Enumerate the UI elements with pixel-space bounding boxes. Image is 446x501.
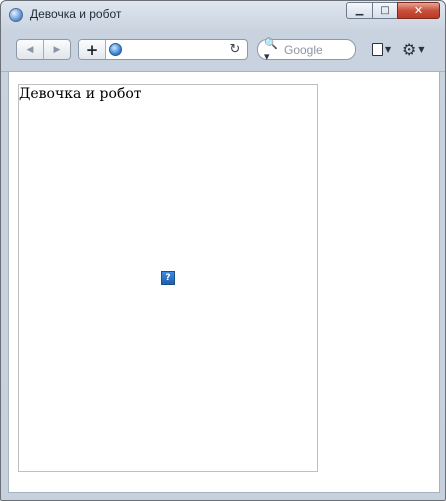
image-alt-text: Девочка и робот <box>19 86 142 102</box>
address-bar: + ↻ <box>78 39 248 60</box>
close-button[interactable]: ✕ <box>397 2 440 19</box>
page-viewport: Девочка и робот ? <box>8 72 440 493</box>
page-icon <box>372 43 383 56</box>
back-button[interactable]: ◀ <box>17 40 43 59</box>
add-bookmark-button[interactable]: + <box>79 40 106 59</box>
search-input[interactable] <box>284 41 352 58</box>
broken-image-frame: Девочка и робот ? <box>18 84 318 472</box>
url-input[interactable] <box>126 41 222 58</box>
search-box: 🔍▾ <box>257 37 356 63</box>
navigation-buttons: ◀ ▶ <box>16 39 71 60</box>
settings-menu-button[interactable]: ⚙ ▼ <box>402 40 428 59</box>
window-title: Девочка и робот <box>30 7 122 21</box>
browser-toolbar: ◀ ▶ + ↻ 🔍▾ ▼ ⚙ ▼ <box>1 29 445 72</box>
chevron-down-icon: ▼ <box>385 45 392 54</box>
page-menu-button[interactable]: ▼ <box>372 40 396 59</box>
broken-image-icon: ? <box>161 271 175 285</box>
browser-app-icon <box>9 8 23 22</box>
chevron-down-icon: ▼ <box>418 45 425 54</box>
globe-icon <box>109 43 122 56</box>
reload-icon[interactable]: ↻ <box>228 41 242 58</box>
window-controls: ▁ □ ✕ <box>346 2 440 20</box>
forward-button[interactable]: ▶ <box>43 40 70 59</box>
maximize-button[interactable]: □ <box>372 2 397 19</box>
title-bar[interactable]: Девочка и робот ▁ □ ✕ <box>1 1 445 29</box>
minimize-button[interactable]: ▁ <box>346 2 372 19</box>
browser-window: Девочка и робот ▁ □ ✕ ◀ ▶ + ↻ 🔍▾ ▼ ⚙ ▼ <box>0 0 446 501</box>
search-icon[interactable]: 🔍▾ <box>264 37 282 63</box>
gear-icon: ⚙ <box>402 39 417 59</box>
